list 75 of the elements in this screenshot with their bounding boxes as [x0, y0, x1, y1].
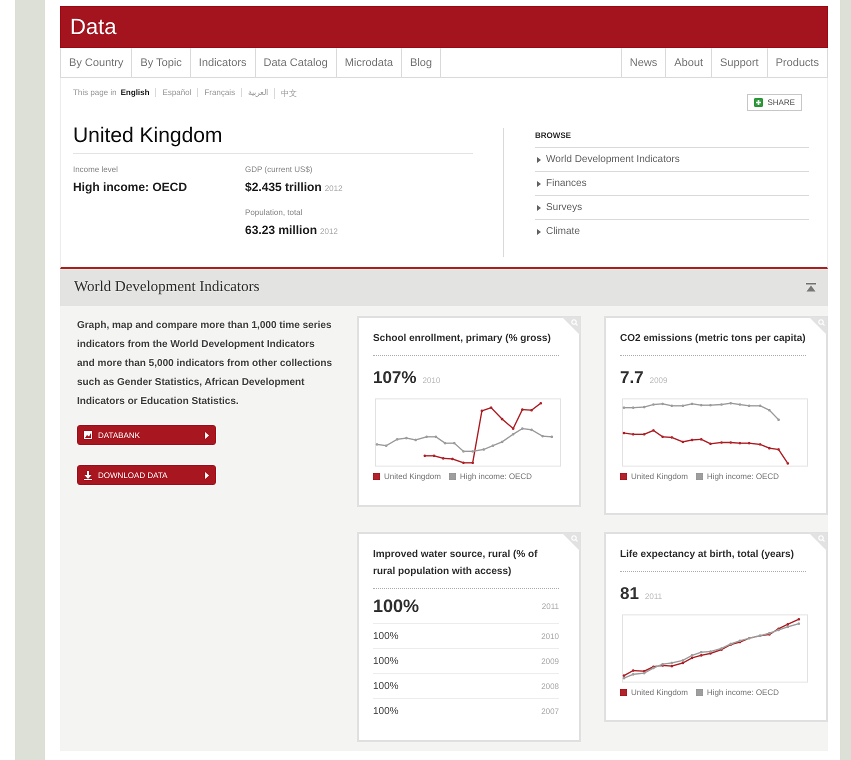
indicator-value: 7.7	[620, 368, 644, 387]
fact-label: Income level	[73, 165, 119, 174]
nav-link[interactable]: About	[665, 48, 712, 77]
fact-value: High income: OECD	[73, 180, 188, 194]
card-title[interactable]: CO2 emissions (metric tons per capita)	[620, 330, 806, 356]
legend-label: High income: OECD	[460, 472, 532, 481]
language-link[interactable]: Français	[197, 88, 242, 97]
card-title[interactable]: Improved water source, rural (% of rural population with access)	[373, 546, 559, 589]
browse-heading: BROWSE	[535, 128, 809, 148]
share-button[interactable]: SHARE	[747, 94, 802, 111]
indicator-year: 2009	[541, 656, 559, 666]
arrow-icon	[205, 432, 209, 438]
card-title[interactable]: Life expectancy at birth, total (years)	[620, 546, 806, 572]
indicator-year: 2009	[650, 376, 668, 385]
fact-value: 63.23 million	[245, 223, 318, 237]
arrow-icon	[205, 472, 209, 478]
fact-year: 2012	[320, 227, 338, 236]
magnifier-icon[interactable]	[562, 317, 580, 335]
nav-link[interactable]: Microdata	[336, 48, 402, 77]
indicator-value: 100%	[373, 596, 420, 616]
magnifier-icon[interactable]	[562, 533, 580, 551]
indicator-year: 2008	[541, 682, 559, 690]
indicator-value: 100%	[373, 656, 399, 666]
fact-label: GDP (current US$)	[245, 165, 314, 174]
magnifier-icon[interactable]	[809, 317, 827, 335]
indicator-value: 107%	[373, 368, 416, 387]
nav-link[interactable]: Products	[766, 48, 827, 77]
nav-link[interactable]: News	[620, 48, 666, 77]
indicator-value: 100%	[373, 630, 399, 642]
fact-label: Population, total	[245, 208, 304, 217]
browse-link[interactable]: Climate	[535, 220, 809, 243]
section-title: World Development Indicators	[74, 279, 260, 296]
indicator-year: 2010	[422, 376, 440, 385]
nav-link[interactable]: Indicators	[190, 48, 256, 77]
indicator-value: 81	[620, 584, 639, 603]
legend-label: United Kingdom	[631, 688, 688, 697]
browse-link[interactable]: Surveys	[535, 196, 809, 220]
card-title[interactable]: School enrollment, primary (% gross)	[373, 330, 559, 356]
indicator-year: 2011	[542, 602, 559, 610]
site-title[interactable]: Data	[70, 14, 116, 40]
legend-label: United Kingdom	[631, 472, 688, 481]
indicator-year: 2010	[541, 632, 559, 640]
language-label: This page in	[73, 88, 117, 97]
indicator-year: 2011	[644, 592, 662, 601]
triangle-icon	[537, 180, 541, 186]
legend-label: United Kingdom	[384, 472, 441, 481]
databank-button[interactable]: DATABANK	[77, 425, 216, 445]
browse-link[interactable]: World Development Indicators	[535, 148, 809, 172]
magnifier-icon[interactable]	[809, 533, 827, 551]
nav-link[interactable]: By Topic	[132, 48, 191, 77]
indicator-value: 100%	[373, 680, 399, 692]
fact-year: 2012	[324, 184, 343, 193]
nav-link[interactable]: Support	[711, 48, 767, 77]
indicator-value: 100%	[373, 706, 399, 716]
country-name: United Kingdom	[73, 124, 473, 154]
download-button[interactable]: DOWNLOAD DATA	[77, 465, 216, 485]
browse-link[interactable]: Finances	[535, 172, 809, 196]
fact-value: $2.435 trillion	[245, 180, 322, 194]
legend-label: High income: OECD	[706, 472, 779, 481]
language-link[interactable]: English	[120, 88, 156, 97]
nav-link[interactable]: Data Catalog	[256, 48, 337, 77]
nav-link[interactable]: Blog	[402, 48, 442, 77]
nav-link[interactable]: By Country	[61, 48, 132, 77]
section-description: Graph, map and compare more than 1,000 time series indicators from the World Development Indicators and more than 5,000 indicators from other collections such as Gender Statistics, African Development Indicators or Education Statistics.	[77, 319, 334, 409]
language-link[interactable]: العربية	[241, 88, 274, 97]
legend-label: High income: OECD	[706, 688, 779, 697]
download-icon	[84, 470, 92, 480]
triangle-icon	[537, 204, 541, 210]
triangle-icon	[537, 156, 541, 162]
triangle-icon	[537, 228, 541, 234]
plus-icon	[754, 98, 764, 107]
collapse-icon[interactable]	[806, 283, 816, 292]
language-link[interactable]: Español	[155, 88, 198, 97]
indicator-year: 2007	[541, 706, 559, 716]
chart-icon	[84, 431, 92, 439]
